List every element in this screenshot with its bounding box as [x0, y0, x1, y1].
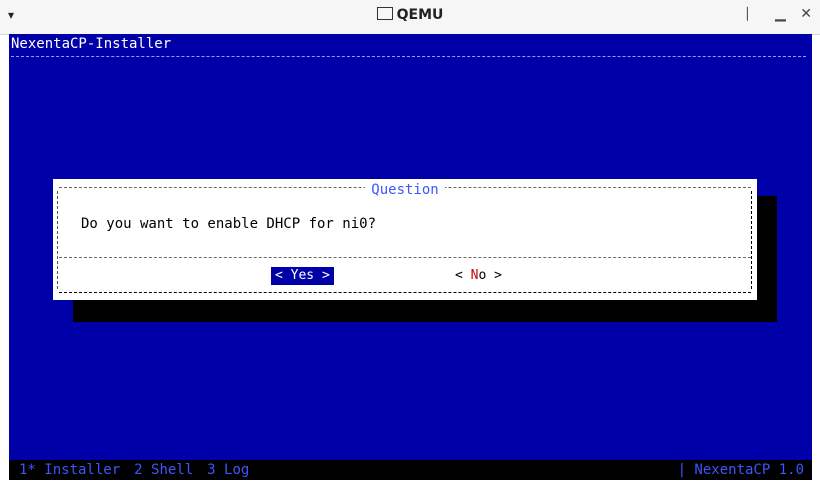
- tab-log[interactable]: 3 Log: [207, 462, 249, 478]
- window-close-icon[interactable]: ✕: [800, 6, 812, 22]
- dialog-button-separator: [59, 257, 751, 258]
- product-version: | NexentaCP 1.0: [677, 462, 804, 478]
- header-divider: [11, 56, 806, 57]
- dialog-border-left: [57, 191, 59, 289]
- no-button[interactable]: < No >: [451, 267, 506, 285]
- dialog-message: Do you want to enable DHCP for ni0?: [81, 216, 377, 232]
- window-title: QEMU: [0, 7, 820, 23]
- console-tabs: 1* Installer 2 Shell 3 Log: [19, 462, 263, 478]
- console-statusbar: 1* Installer 2 Shell 3 Log | NexentaCP 1.0: [9, 460, 812, 480]
- yes-button[interactable]: < Yes >: [271, 267, 334, 285]
- dialog-border-right: [751, 191, 753, 289]
- window-minimize-icon[interactable]: ▁: [775, 6, 786, 22]
- dialog-border-bottom: [59, 292, 751, 293]
- no-button-left: <: [455, 268, 471, 283]
- question-dialog: Question Do you want to enable DHCP for …: [53, 179, 757, 300]
- dialog-title-text: Question: [365, 182, 445, 198]
- window-controls: ⎸ ▁ ✕: [737, 6, 812, 22]
- window-icon: [376, 7, 393, 20]
- no-button-rest: o >: [478, 268, 502, 283]
- console-screen: NexentaCP-Installer Question Do you want…: [9, 34, 812, 480]
- window-titlebar: ▾ QEMU ⎸ ▁ ✕: [0, 0, 820, 35]
- tab-shell[interactable]: 2 Shell: [134, 462, 193, 478]
- installer-title: NexentaCP-Installer: [11, 36, 172, 52]
- window-title-text: QEMU: [396, 7, 444, 23]
- dialog-title: Question: [53, 179, 757, 198]
- window-maximize-icon[interactable]: ⎸: [747, 6, 761, 22]
- tab-installer[interactable]: 1* Installer: [19, 462, 120, 478]
